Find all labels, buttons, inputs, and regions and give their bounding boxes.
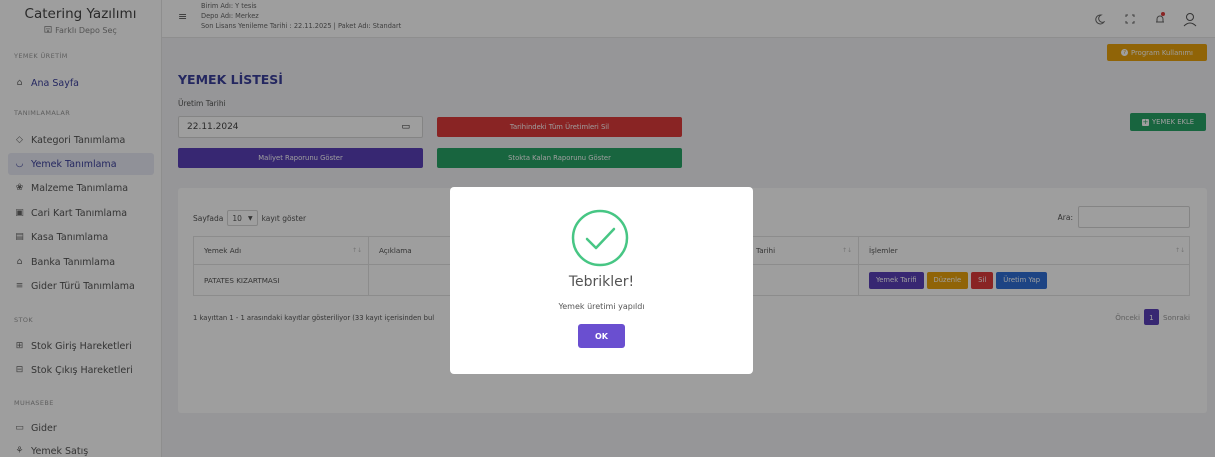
success-modal: Tebrikler! Yemek üretimi yapıldı OK	[450, 187, 753, 374]
success-check-icon	[571, 209, 629, 267]
modal-message: Yemek üretimi yapıldı	[558, 302, 645, 311]
ok-button[interactable]: OK	[578, 324, 625, 348]
modal-title: Tebrikler!	[568, 274, 635, 290]
